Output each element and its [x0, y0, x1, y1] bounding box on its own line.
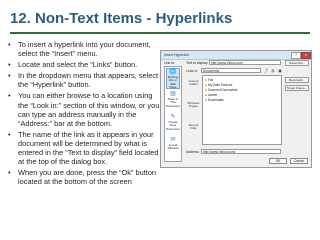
folder-icon: ■ — [205, 78, 207, 82]
bullet-text: In the dropdown menu that appears, selec… — [18, 71, 159, 90]
browse-nav: Current Folder Browsed Pages Recent File… — [186, 76, 201, 146]
bullet-glyph: • — [8, 129, 11, 139]
nav-browsed-pages[interactable]: Browsed Pages — [186, 101, 201, 109]
bullet-item: • To insert a hyperlink into your documen… — [8, 40, 160, 58]
nav-current-folder[interactable]: Current Folder — [186, 79, 201, 87]
list-item[interactable]: ■Fax — [205, 78, 213, 82]
browse-web-icon[interactable]: ◍ — [270, 68, 276, 73]
list-item[interactable]: ■Scanned Documents — [205, 88, 238, 92]
bullet-item: • Locate and select the “Links” button. — [8, 60, 160, 69]
link-place-in-document-button[interactable]: ▤ Place in This Document — [166, 91, 180, 112]
bookmark-button[interactable]: Bookmark... — [285, 77, 309, 83]
link-email-button[interactable]: ✉ E-mail Address — [166, 137, 180, 158]
address-input[interactable]: http://www.Yahoo.com/ — [201, 149, 281, 154]
link-option-label: Create New Document — [166, 120, 180, 131]
bullet-text: To insert a hyperlink into your document… — [18, 40, 151, 59]
bullet-glyph: • — [8, 168, 11, 178]
file-name: Downloads — [207, 98, 224, 102]
title-underline — [10, 32, 310, 34]
look-in-label: Look in: — [186, 69, 198, 73]
ok-button[interactable]: OK — [269, 158, 287, 164]
bullet-glyph: • — [8, 40, 11, 49]
bullet-item: • In the dropdown menu that appears, sele… — [8, 71, 160, 89]
file-name: Adobe — [207, 93, 218, 97]
target-frame-button[interactable]: Target Frame... — [285, 85, 309, 91]
folder-icon: ■ — [205, 93, 207, 97]
text-to-display-input[interactable]: http://www.Yahoo.com — [209, 60, 281, 65]
text-to-display-label: Text to display: — [186, 61, 209, 65]
list-item[interactable]: ■My Data Sources — [205, 83, 232, 87]
cancel-button[interactable]: Cancel — [290, 158, 308, 164]
file-name: My Data Sources — [207, 83, 233, 87]
bullet-glyph: • — [8, 71, 11, 81]
link-new-document-button[interactable]: ✎ Create New Document — [166, 114, 180, 135]
bullet-glyph: • — [8, 91, 11, 101]
folder-icon: ■ — [205, 83, 207, 87]
link-option-label: Place in This Document — [166, 97, 180, 108]
slide-title: 12. Non-Text Items - Hyperlinks — [10, 10, 233, 27]
file-list: ■Fax ■My Data Sources ■Scanned Documents… — [202, 75, 282, 145]
link-to-sidebar: 🌐 Existing File or Web Page ▤ Place in T… — [164, 66, 182, 162]
dialog-titlebar: Insert Hyperlink ? x — [161, 51, 311, 60]
bullet-text: Locate and select the “Links” button. — [18, 60, 138, 70]
link-existing-file-button[interactable]: 🌐 Existing File or Web Page — [166, 68, 180, 89]
screentip-button[interactable]: ScreenTip... — [285, 60, 309, 66]
look-in-dropdown[interactable]: Documents — [201, 68, 261, 73]
address-label: Address: — [186, 150, 200, 154]
list-item[interactable]: ■Downloads — [205, 98, 224, 102]
link-option-label: Existing File or Web Page — [167, 75, 179, 90]
folder-icon: ■ — [205, 88, 207, 92]
bullet-list: • To insert a hyperlink into your documen… — [8, 40, 160, 188]
folder-up-icon[interactable]: ⤴ — [263, 68, 269, 73]
bullet-text: You can either browse to a location usin… — [18, 91, 160, 128]
folder-icon: ■ — [205, 98, 207, 102]
help-button[interactable]: ? — [291, 52, 301, 59]
bullet-item: • You can either browse to a location usi… — [8, 91, 160, 127]
nav-recent-files[interactable]: Recent Files — [186, 123, 201, 131]
file-name: Fax — [207, 78, 214, 82]
bullet-glyph: • — [8, 60, 11, 70]
link-to-label: Link to: — [164, 61, 175, 65]
insert-hyperlink-dialog: Insert Hyperlink ? x Link to: 🌐 Existing… — [160, 50, 312, 168]
bullet-text: The name of the link as it appears in yo… — [18, 129, 159, 167]
link-option-label: E-mail Address — [167, 143, 179, 151]
list-item[interactable]: ■Adobe — [205, 93, 217, 97]
file-name: Scanned Documents — [207, 88, 238, 92]
bullet-item: • The name of the link as it appears in y… — [8, 130, 160, 166]
dialog-title: Insert Hyperlink — [164, 53, 189, 57]
bullet-text: When you are done, press the “Ok” button… — [18, 168, 157, 187]
browse-file-icon[interactable]: ▣ — [277, 68, 283, 73]
bullet-item: • When you are done, press the “Ok” butto… — [8, 168, 160, 186]
close-button[interactable]: x — [301, 52, 311, 59]
